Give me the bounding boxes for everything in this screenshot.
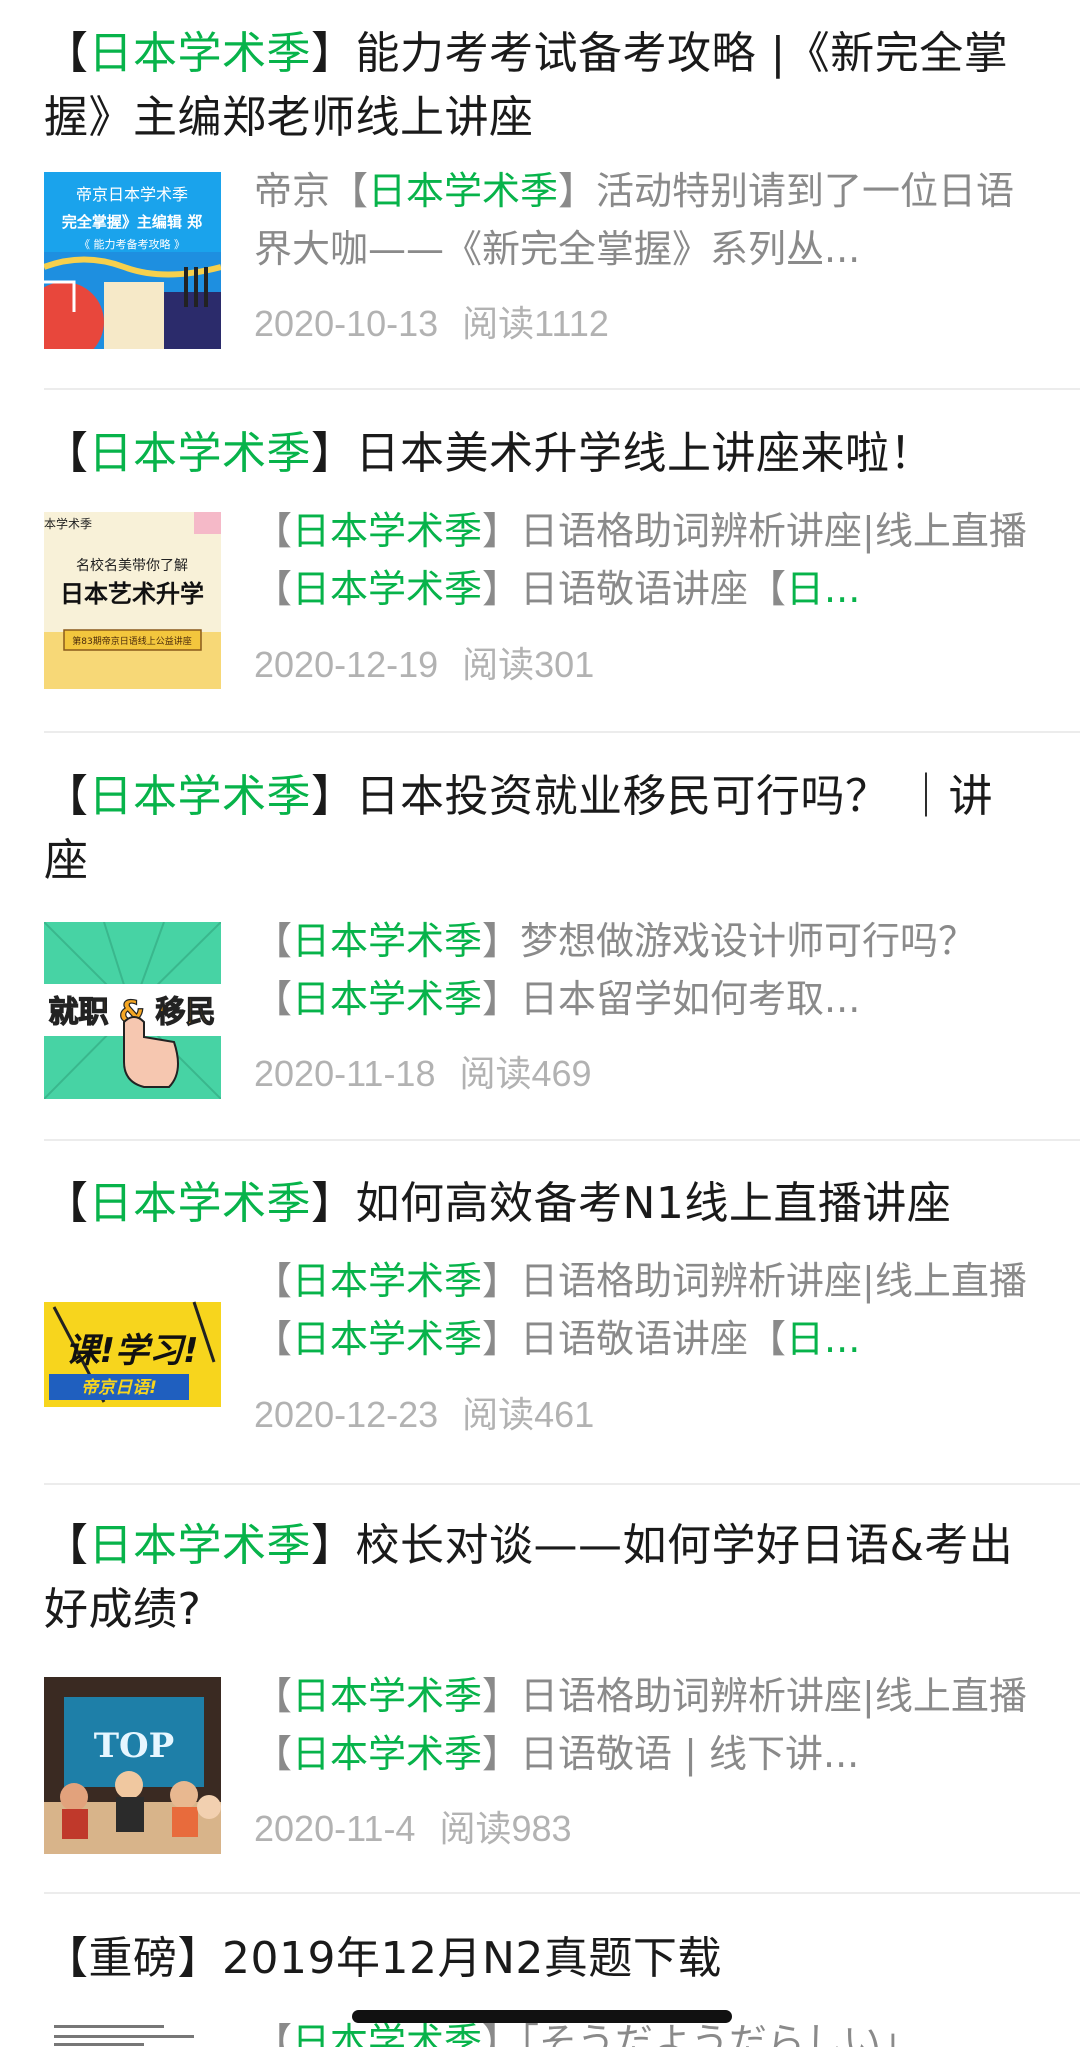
divider <box>44 1483 1080 1485</box>
article-reads: 阅读301 <box>462 644 595 685</box>
digest-highlight: 日本学术季 <box>292 2020 483 2047</box>
article-meta: 2020-10-13 阅读1112 <box>254 299 609 349</box>
article-date: 2020-12-23 <box>254 1394 439 1435</box>
thumb-text: 帝京日本学术季 <box>76 185 188 204</box>
thumb-text: 名校名美带你了解 <box>76 557 188 574</box>
article-digest: 【日本学术季】梦想做游戏设计师可行吗？【日本学术季】日本留学如何考取... <box>254 912 1034 1028</box>
article-item[interactable]: 【重磅】2019年12月N2真题下载 【日本学术季】「そうだようだらしい」 <box>44 1927 1080 2047</box>
article-item[interactable]: 【日本学术季】校长对谈——如何学好日语&考出好成绩? TOP 【日本学术季】日语… <box>44 1514 1080 1874</box>
article-date: 2020-12-19 <box>254 644 439 685</box>
article-meta: 2020-11-18 阅读469 <box>254 1049 592 1099</box>
digest-text: 【 <box>254 1259 293 1303</box>
title-highlight: 日本学术季 <box>88 428 311 479</box>
article-title[interactable]: 【重磅】2019年12月N2真题下载 <box>44 1927 1034 1991</box>
article-reads: 阅读983 <box>439 1808 572 1849</box>
digest-text: 】日语敬语讲座【 <box>482 567 787 611</box>
digest-highlight: 日本学术季 <box>292 509 483 553</box>
digest-highlight: 日本学术季 <box>292 919 483 963</box>
digest-text: 【 <box>254 2020 293 2047</box>
digest-highlight: 日... <box>786 567 861 611</box>
thumb-text: 第83期帝京日语线上公益讲座 <box>72 635 191 647</box>
thumb-text: 帝京日语! <box>81 1378 157 1398</box>
article-reads: 阅读469 <box>459 1053 592 1094</box>
title-text: 】如何高效备考N1线上直播讲座 <box>311 1178 952 1229</box>
article-digest: 【日本学术季】日语格助词辨析讲座|线上直播【日本学术季】日语敬语 | 线下讲..… <box>254 1667 1034 1783</box>
divider <box>44 1139 1080 1141</box>
article-title[interactable]: 【日本学术季】日本美术升学线上讲座来啦！ <box>44 422 1034 486</box>
digest-text: 【 <box>254 509 293 553</box>
article-date: 2020-10-13 <box>254 303 439 344</box>
article-thumbnail[interactable]: 帝京日本学术季 完全掌握》主编辑 郑 《 能力考备考攻略 》 <box>44 172 221 349</box>
divider <box>44 1892 1080 1894</box>
title-highlight: 日本学术季 <box>88 1520 311 1571</box>
article-thumbnail[interactable]: 本学术季 名校名美带你了解 日本艺术升学 第83期帝京日语线上公益讲座 <box>44 512 221 689</box>
thumb-text: 完全掌握》主编辑 郑 <box>62 213 202 231</box>
title-bracket: 【 <box>44 428 89 479</box>
article-item[interactable]: 【日本学术季】日本投资就业移民可行吗？ ｜讲座 就职 & 移民 【日本学术季】梦… <box>44 765 1080 1125</box>
title-bracket: 【 <box>44 771 89 822</box>
article-date: 2020-11-4 <box>254 1808 416 1849</box>
digest-highlight: 日本学术季 <box>292 977 483 1021</box>
article-thumbnail[interactable]: 课!学习! 帝京日语! <box>44 1262 221 1439</box>
digest-text: 【 <box>254 919 293 963</box>
thumb-text: 本学术季 <box>44 516 92 531</box>
digest-text: 】日语敬语 | 线下讲... <box>482 1732 860 1776</box>
article-meta: 2020-11-4 阅读983 <box>254 1804 572 1854</box>
digest-highlight: 日本学术季 <box>368 169 559 213</box>
article-thumbnail[interactable]: 就职 & 移民 <box>44 922 221 1099</box>
article-meta: 2020-12-23 阅读461 <box>254 1390 594 1440</box>
digest-highlight: 日本学术季 <box>292 1259 483 1303</box>
article-reads: 阅读461 <box>462 1394 595 1435</box>
article-item[interactable]: 【日本学术季】日本美术升学线上讲座来啦！ 本学术季 名校名美带你了解 日本艺术升… <box>44 422 1080 722</box>
article-digest: 【日本学术季】日语格助词辨析讲座|线上直播【日本学术季】日语敬语讲座【日... <box>254 1252 1034 1368</box>
digest-text: 【 <box>254 1674 293 1718</box>
digest-text: 帝京【 <box>254 169 369 213</box>
article-reads: 阅读1112 <box>462 303 609 344</box>
thumb-text: TOP <box>94 1726 174 1766</box>
digest-highlight: 日本学术季 <box>292 1317 483 1361</box>
title-highlight: 日本学术季 <box>88 1178 311 1229</box>
digest-text: 】日语敬语讲座【 <box>482 1317 787 1361</box>
title-bracket: 【 <box>44 28 89 79</box>
title-highlight: 日本学术季 <box>88 771 311 822</box>
article-item[interactable]: 【日本学术季】能力考考试备考攻略 |《新完全掌握》主编郑老师线上讲座 帝京日本学… <box>44 22 1080 382</box>
article-title[interactable]: 【日本学术季】校长对谈——如何学好日语&考出好成绩? <box>44 1514 1034 1642</box>
thumb-text: 《 能力考备考攻略 》 <box>79 237 185 251</box>
digest-highlight: 日本学术季 <box>292 1732 483 1776</box>
digest-highlight: 日本学术季 <box>292 1674 483 1718</box>
divider <box>44 731 1080 733</box>
divider <box>44 388 1080 390</box>
thumb-text: 课!学习! <box>65 1331 198 1371</box>
article-digest: 帝京【日本学术季】活动特别请到了一位日语界大咖——《新完全掌握》系列丛... <box>254 162 1034 278</box>
thumb-text: 日本艺术升学 <box>60 580 204 608</box>
article-title[interactable]: 【日本学术季】能力考考试备考攻略 |《新完全掌握》主编郑老师线上讲座 <box>44 22 1034 150</box>
title-text: 】日本美术升学线上讲座来啦！ <box>311 428 934 479</box>
article-title[interactable]: 【日本学术季】日本投资就业移民可行吗？ ｜讲座 <box>44 765 1034 893</box>
digest-highlight: 日本学术季 <box>292 567 483 611</box>
home-indicator[interactable] <box>352 2010 732 2023</box>
article-digest: 【日本学术季】日语格助词辨析讲座|线上直播【日本学术季】日语敬语讲座【日... <box>254 502 1034 618</box>
digest-text: 】「そうだようだらしい」 <box>482 2020 920 2047</box>
article-item[interactable]: 【日本学术季】如何高效备考N1线上直播讲座 课!学习! 帝京日语! 【日本学术季… <box>44 1172 1080 1472</box>
article-thumbnail[interactable] <box>44 2019 221 2047</box>
digest-highlight: 日... <box>786 1317 861 1361</box>
title-highlight: 日本学术季 <box>88 28 311 79</box>
title-bracket: 【 <box>44 1178 89 1229</box>
article-meta: 2020-12-19 阅读301 <box>254 640 594 690</box>
article-date: 2020-11-18 <box>254 1053 436 1094</box>
article-thumbnail[interactable]: TOP <box>44 1677 221 1854</box>
title-bracket: 【 <box>44 1520 89 1571</box>
digest-text: 】日本留学如何考取... <box>482 977 861 1021</box>
article-title[interactable]: 【日本学术季】如何高效备考N1线上直播讲座 <box>44 1172 1034 1236</box>
